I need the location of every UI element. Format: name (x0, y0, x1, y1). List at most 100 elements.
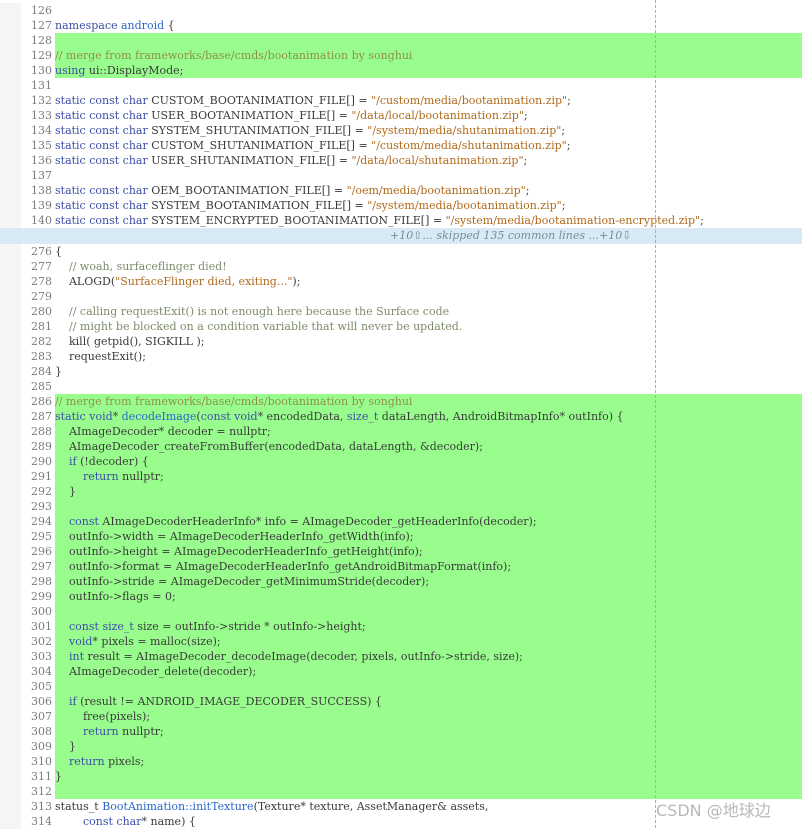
code-text: static const char USER_SHUTANIMATION_FIL… (55, 154, 528, 167)
diff-gutter (0, 63, 21, 78)
code-line: 302 void* pixels = malloc(size); (0, 634, 802, 649)
diff-gutter (0, 424, 21, 439)
code-line: 291 return nullptr; (0, 469, 802, 484)
diff-gutter (0, 364, 21, 379)
line-number: 135 (31, 139, 52, 152)
diff-gutter (0, 33, 21, 48)
line-number: 128 (31, 34, 52, 47)
line-number: 282 (31, 335, 52, 348)
code-block (55, 78, 802, 93)
diff-gutter (0, 574, 21, 589)
line-number: 298 (31, 575, 52, 588)
code-line: 301 const size_t size = outInfo->stride … (0, 619, 802, 634)
line-number: 293 (31, 500, 52, 513)
code-text: AImageDecoder_delete(decoder); (55, 665, 257, 678)
code-block: static const char SYSTEM_SHUTANIMATION_F… (55, 123, 802, 138)
code-text: kill( getpid(), SIGKILL ); (55, 335, 205, 348)
code-text: ALOGD("SurfaceFlinger died, exiting...")… (55, 275, 301, 288)
diff-gutter (0, 138, 21, 153)
skipped-lines-label[interactable]: +10⇧... skipped 135 common lines ...+10⇩ (390, 228, 631, 244)
diff-gutter (0, 78, 21, 93)
code-line: 287 static void* decodeImage(const void* … (0, 409, 802, 424)
diff-gutter (0, 724, 21, 739)
line-number: 134 (31, 124, 52, 137)
code-text: // calling requestExit() is not enough h… (69, 305, 450, 318)
line-number: 311 (31, 770, 52, 783)
diff-gutter (0, 514, 21, 529)
code-line: 307 free(pixels); (0, 709, 802, 724)
code-text: requestExit(); (55, 350, 146, 363)
code-text: free(pixels); (55, 710, 151, 723)
code-line: 133 static const char USER_BOOTANIMATION_… (0, 108, 802, 123)
code-line: 305 (0, 679, 802, 694)
diff-gutter (0, 739, 21, 754)
line-number: 286 (31, 395, 52, 408)
code-text: } (55, 365, 62, 378)
code-line: 297 outInfo->format = AImageDecoderHeade… (0, 559, 802, 574)
diff-gutter (0, 409, 21, 424)
line-number: 129 (31, 49, 52, 62)
line-number: 126 (31, 4, 52, 17)
highlighted-code-block: } (55, 484, 802, 499)
diff-gutter (0, 769, 21, 784)
highlighted-code-block: const AImageDecoderHeaderInfo* info = AI… (55, 514, 802, 529)
code-line: 281 // might be blocked on a condition v… (0, 319, 802, 334)
code-block: static const char SYSTEM_BOOTANIMATION_F… (55, 198, 802, 213)
code-text: return pixels; (69, 755, 145, 768)
code-text: return nullptr; (82, 725, 164, 738)
code-text: outInfo->format = AImageDecoderHeaderInf… (55, 560, 512, 573)
column-guide-line (655, 0, 656, 828)
code-text: static const char SYSTEM_SHUTANIMATION_F… (55, 124, 566, 137)
highlighted-code-block: } (55, 769, 802, 784)
diff-gutter (0, 529, 21, 544)
code-block: ALOGD("SurfaceFlinger died, exiting...")… (55, 274, 802, 289)
diff-gutter (0, 183, 21, 198)
code-line: 129// merge from frameworks/base/cmds/bo… (0, 48, 802, 63)
diff-gutter (0, 93, 21, 108)
line-number: 131 (31, 79, 52, 92)
code-line: 131 (0, 78, 802, 93)
code-line: 277 // woah, surfaceflinger died! (0, 259, 802, 274)
line-number: 294 (31, 515, 52, 528)
code-line: 299 outInfo->flags = 0; (0, 589, 802, 604)
diff-gutter (0, 649, 21, 664)
code-text: outInfo->height = AImageDecoderHeaderInf… (55, 545, 423, 558)
code-block: static const char CUSTOM_SHUTANIMATION_F… (55, 138, 802, 153)
line-number: 314 (31, 815, 52, 828)
highlighted-code-block: // merge from frameworks/base/cmds/boota… (55, 394, 802, 409)
diff-gutter (0, 469, 21, 484)
skipped-lines-separator[interactable]: +10⇧... skipped 135 common lines ...+10⇩ (0, 228, 802, 244)
diff-gutter (0, 168, 21, 183)
code-text: void* pixels = malloc(size); (69, 635, 221, 648)
code-text: // merge from frameworks/base/cmds/boota… (55, 49, 413, 62)
highlighted-code-block: if (result != ANDROID_IMAGE_DECODER_SUCC… (55, 694, 802, 709)
line-number: 313 (31, 800, 52, 813)
code-block (55, 379, 802, 394)
highlighted-code-block: outInfo->height = AImageDecoderHeaderInf… (55, 544, 802, 559)
code-text: AImageDecoder* decoder = nullptr; (55, 425, 271, 438)
diff-gutter (0, 3, 21, 18)
code-line: 294 const AImageDecoderHeaderInfo* info … (0, 514, 802, 529)
line-number: 280 (31, 305, 52, 318)
diff-gutter (0, 153, 21, 168)
highlighted-code-block: AImageDecoder_delete(decoder); (55, 664, 802, 679)
code-block: kill( getpid(), SIGKILL ); (55, 334, 802, 349)
code-line: 136 static const char USER_SHUTANIMATION_… (0, 153, 802, 168)
line-number: 132 (31, 94, 52, 107)
code-text: static const char SYSTEM_BOOTANIMATION_F… (55, 199, 566, 212)
code-text: outInfo->stride = AImageDecoder_getMinim… (55, 575, 430, 588)
code-line: 139 static const char SYSTEM_BOOTANIMATIO… (0, 198, 802, 213)
line-number: 276 (31, 245, 52, 258)
code-text: static void* decodeImage(const void* enc… (55, 410, 624, 423)
code-block: // calling requestExit() is not enough h… (55, 304, 802, 319)
diff-gutter (0, 589, 21, 604)
diff-gutter (0, 304, 21, 319)
line-number: 136 (31, 154, 52, 167)
code-line: 135 static const char CUSTOM_SHUTANIMATIO… (0, 138, 802, 153)
code-line: 286// merge from frameworks/base/cmds/bo… (0, 394, 802, 409)
watermark: CSDN @地球边 (656, 801, 771, 820)
highlighted-code-block: // merge from frameworks/base/cmds/boota… (55, 48, 802, 63)
code-text: AImageDecoder_createFromBuffer(encodedDa… (55, 440, 483, 453)
code-line: 288 AImageDecoder* decoder = nullptr; (0, 424, 802, 439)
line-number: 138 (31, 184, 52, 197)
